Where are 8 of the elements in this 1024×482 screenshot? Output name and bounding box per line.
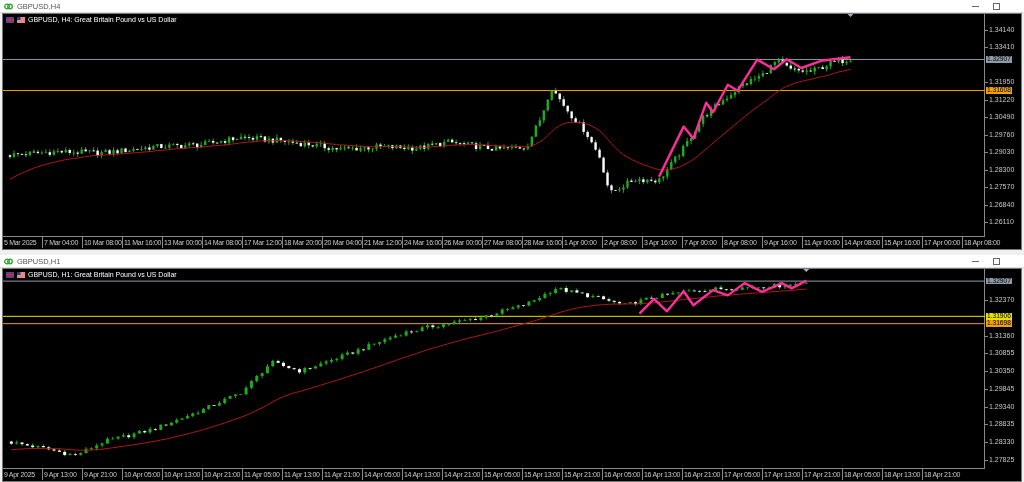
maximize-icon[interactable] xyxy=(993,257,1000,265)
rings-icon xyxy=(4,2,13,10)
flag-icon xyxy=(17,271,25,278)
flag-icon xyxy=(6,271,14,278)
flag-icon xyxy=(17,16,25,23)
maximize-icon[interactable] xyxy=(993,2,1000,10)
flag-icon xyxy=(6,16,14,23)
rings-icon xyxy=(4,257,13,265)
